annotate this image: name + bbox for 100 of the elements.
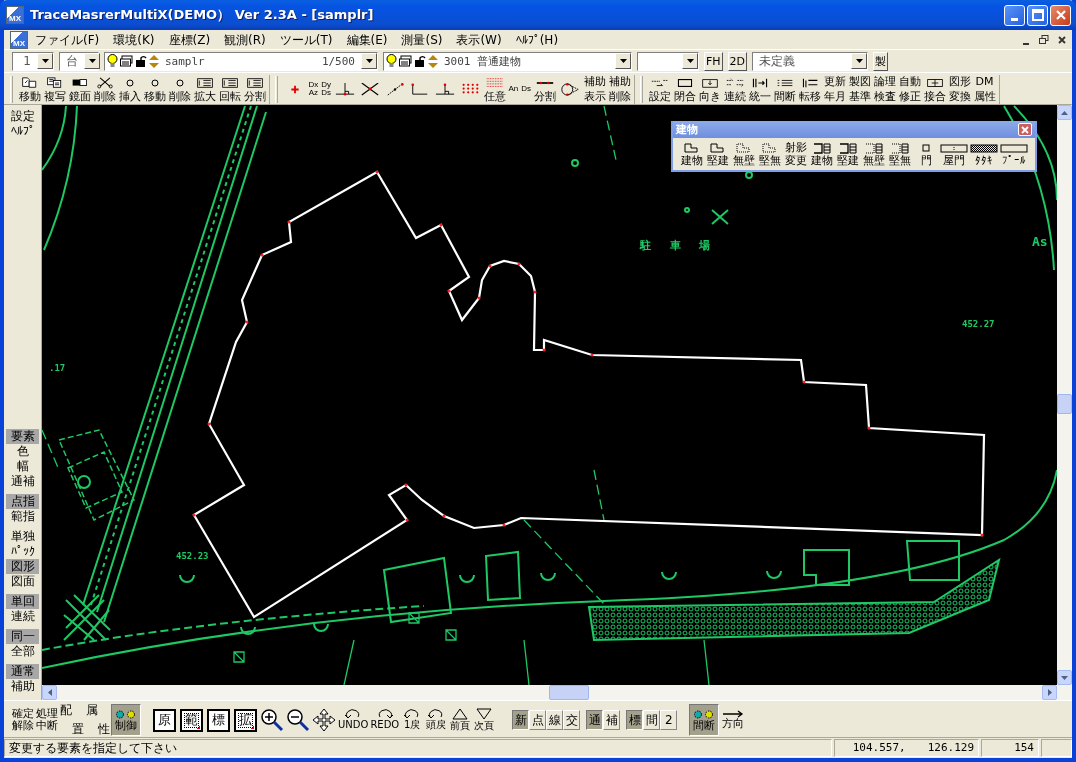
tool-button[interactable]: 移動 <box>17 75 42 104</box>
tool-button[interactable]: 配 置 <box>59 704 85 736</box>
tool-button[interactable]: UNDO <box>337 704 370 736</box>
mode-toggle[interactable]: 新 <box>512 710 530 730</box>
tool-button[interactable]: 接合 <box>922 75 947 104</box>
mode-toggle[interactable]: 点 <box>529 710 547 730</box>
menu-item[interactable]: 編集(E) <box>339 30 395 49</box>
menu-item[interactable]: 測量(S) <box>394 30 450 49</box>
dropdown-button[interactable] <box>361 53 377 69</box>
menu-item[interactable]: 環境(K) <box>106 30 162 49</box>
side-button[interactable]: 連続 <box>6 609 39 624</box>
side-button[interactable]: 同一 <box>6 629 39 644</box>
side-button[interactable]: 点指 <box>6 494 39 509</box>
tool-button[interactable]: 堅建 <box>705 141 731 167</box>
tool-button[interactable]: 建物 <box>809 141 835 167</box>
tool-button[interactable]: 前頁 <box>448 704 473 736</box>
tool-button[interactable]: 移動 <box>142 75 167 104</box>
mode-toggle[interactable]: 間 <box>643 710 661 730</box>
tool-button[interactable]: 設定 <box>647 75 672 104</box>
side-button[interactable]: 補助 <box>6 679 39 694</box>
tool-button[interactable]: 門 <box>913 141 939 167</box>
tool-button[interactable]: 製図 基準 <box>847 75 872 104</box>
menu-item[interactable]: ファイル(F) <box>28 30 107 49</box>
side-button[interactable]: 全部 <box>6 644 39 659</box>
side-button[interactable]: 要素 <box>6 429 39 444</box>
tool-button[interactable]: 原 <box>153 708 176 732</box>
dropdown-button[interactable] <box>851 53 868 69</box>
tool-button[interactable]: 削除 <box>92 75 117 104</box>
menu-item[interactable]: 表示(W) <box>449 30 509 49</box>
tool-button[interactable]: 複写 <box>42 75 67 104</box>
tool-button[interactable]: 閉合 <box>672 75 697 104</box>
dropdown-button[interactable] <box>37 53 53 69</box>
mode-toggle[interactable]: 線 <box>546 710 564 730</box>
menu-item[interactable]: 観測(R) <box>217 30 273 49</box>
tool-button[interactable]: 論理 検査 <box>872 75 897 104</box>
scroll-right-button[interactable] <box>1042 685 1057 700</box>
tool-button[interactable]: 自動 修正 <box>897 75 922 104</box>
side-button[interactable]: 図形 <box>6 559 39 574</box>
tool-button[interactable]: 次頁 <box>472 704 497 736</box>
dropdown-field[interactable]: 台 <box>59 51 99 71</box>
tool-button[interactable]: 確定 解除 <box>11 704 35 736</box>
minimize-button[interactable] <box>1004 4 1025 26</box>
scroll-down-button[interactable] <box>1057 670 1072 685</box>
toolbar-button[interactable]: FH <box>704 51 723 71</box>
layer-dropdown[interactable]: 3001 普通建物 <box>383 51 632 71</box>
tool-button[interactable]: 挿入 <box>117 75 142 104</box>
tool-button[interactable]: 無壁 <box>731 141 757 167</box>
tool-button[interactable]: 統一 <box>747 75 772 104</box>
side-button[interactable]: 単独 <box>6 529 39 544</box>
tool-button[interactable]: 範 <box>180 708 203 732</box>
side-button[interactable]: 設定 <box>6 109 39 124</box>
side-button[interactable]: 範指 <box>6 509 39 524</box>
tool-button[interactable]: Dx Dy Az Ds <box>307 75 332 103</box>
tool-button[interactable]: An Ds <box>507 75 532 103</box>
tool-button[interactable]: DM 属性 <box>972 75 997 104</box>
tool-button[interactable]: 拡 <box>234 708 257 732</box>
tool-button[interactable]: 間断 <box>772 75 797 104</box>
tool-button[interactable]: 分割 <box>242 75 267 104</box>
side-button[interactable]: 通常 <box>6 664 39 679</box>
tool-button[interactable]: 連続 <box>722 75 747 104</box>
tool-button[interactable]: 補助 表示 <box>582 75 607 104</box>
toolbar-button[interactable]: 製 <box>873 51 889 71</box>
tool-button[interactable]: ﾀﾀｷ <box>969 141 999 167</box>
tool-button[interactable]: ﾌﾟｰﾙ <box>999 141 1029 167</box>
mode-toggle[interactable]: 標 <box>626 710 644 730</box>
mode-toggle[interactable]: 補 <box>603 710 621 730</box>
mode-toggle[interactable]: 2 <box>660 710 678 730</box>
tool-button[interactable]: 分割 <box>532 75 557 104</box>
scrollbar-thumb[interactable] <box>549 685 589 700</box>
side-button[interactable]: 通補 <box>6 474 39 489</box>
side-button[interactable]: 幅 <box>6 459 39 474</box>
restore-button[interactable] <box>1036 32 1052 47</box>
tool-button[interactable]: 1戻 <box>400 704 425 736</box>
menu-item[interactable]: ツール(T) <box>272 30 340 49</box>
tool-button[interactable]: 頭戻 <box>424 704 449 736</box>
side-button[interactable]: ﾊﾟｯｸ <box>6 544 39 559</box>
close-button[interactable] <box>1050 4 1071 26</box>
tool-button[interactable]: 建物 <box>679 141 705 167</box>
tool-button[interactable]: 転移 <box>797 75 822 104</box>
tool-button[interactable]: 回転 <box>217 75 242 104</box>
dropdown-field[interactable]: 1 <box>12 51 54 71</box>
tool-button[interactable]: 属 性 <box>85 704 111 736</box>
tool-button[interactable]: 堅無 <box>757 141 783 167</box>
side-button[interactable]: 図面 <box>6 574 39 589</box>
layer-dropdown[interactable]: samplr 1/500 <box>104 51 378 71</box>
tool-button[interactable]: 図形 変換 <box>947 75 972 104</box>
menu-item[interactable]: 座標(Z) <box>161 30 218 49</box>
tool-button[interactable]: 補助 削除 <box>607 75 632 104</box>
toolbar-button[interactable]: 2D <box>727 51 748 71</box>
tool-button[interactable]: 向き <box>697 75 722 104</box>
tool-button[interactable]: 方向 <box>721 704 746 736</box>
side-button[interactable]: 単回 <box>6 594 39 609</box>
side-button[interactable]: 色 <box>6 444 39 459</box>
mode-toggle[interactable]: 交 <box>563 710 581 730</box>
dropdown-button[interactable] <box>615 53 631 69</box>
mode-toggle[interactable]: 通 <box>586 710 604 730</box>
toggle-button[interactable]: 制御 <box>111 704 141 736</box>
tool-button[interactable]: 任意 <box>482 75 507 104</box>
tool-button[interactable]: 鏡面 <box>67 75 92 104</box>
dropdown-button[interactable] <box>682 53 698 69</box>
